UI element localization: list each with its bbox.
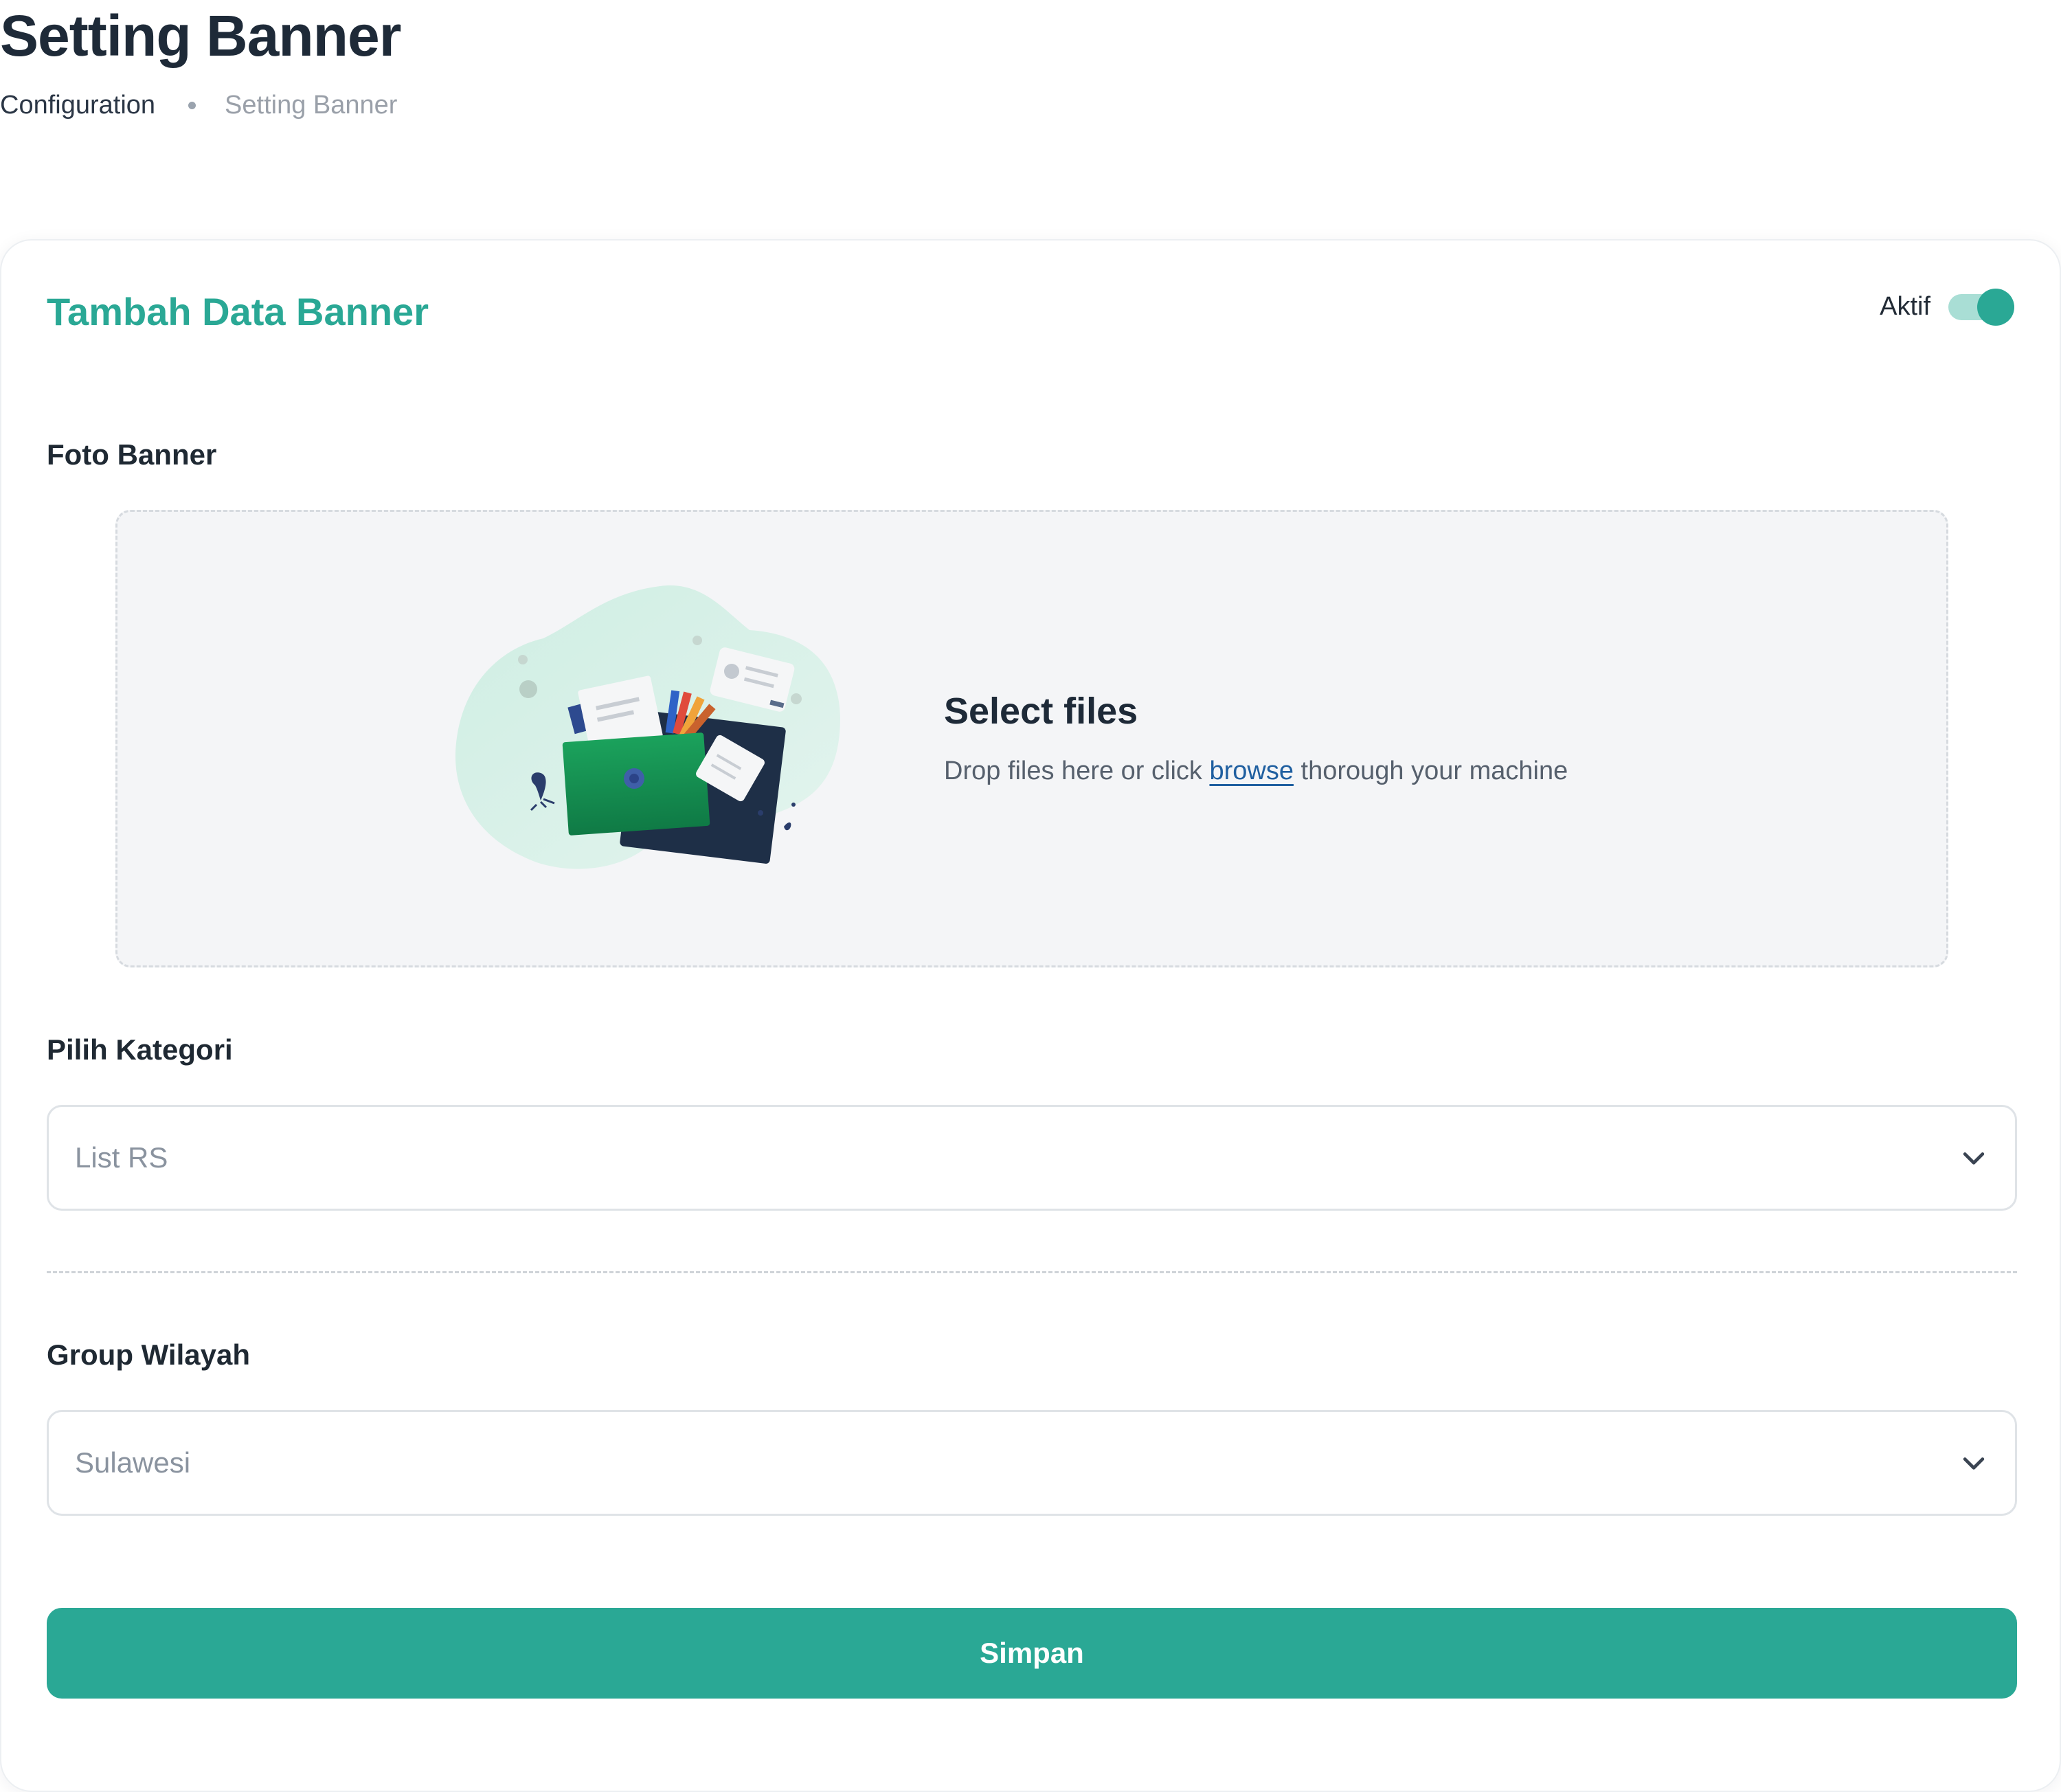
status-toggle[interactable] (1948, 289, 2014, 326)
status-toggle-group: Aktif (1880, 284, 2014, 328)
wilayah-select-value: Sulawesi (75, 1446, 191, 1479)
dropzone-title: Select files (944, 691, 1138, 732)
dropzone-description: Drop files here or click browse thorough… (944, 752, 1568, 789)
kategori-select-value: List RS (75, 1141, 168, 1174)
breadcrumb-item-current: Setting Banner (225, 91, 398, 120)
breadcrumb-separator-icon (188, 101, 196, 109)
toggle-knob (1977, 289, 2014, 326)
status-toggle-label: Aktif (1880, 291, 1930, 321)
simpan-button[interactable]: Simpan (47, 1608, 2017, 1699)
page-title: Setting Banner (0, 3, 401, 68)
chevron-down-icon (1963, 1152, 1985, 1165)
dropzone-text-block: Select files Drop files here or click br… (944, 684, 1568, 789)
breadcrumb-item-configuration[interactable]: Configuration (0, 88, 155, 122)
dropzone-text-before: Drop files here or click (944, 757, 1210, 785)
foto-banner-label: Foto Banner (47, 438, 217, 471)
chevron-down-icon (1963, 1457, 1985, 1470)
banner-form-card: Tambah Data Banner Aktif Foto Banner Sel… (0, 239, 2061, 1792)
form-title: Tambah Data Banner (47, 290, 429, 333)
breadcrumb: Configuration Setting Banner (0, 88, 397, 122)
dropzone-text-after: thorough your machine (1293, 757, 1568, 785)
pilih-kategori-label: Pilih Kategori (47, 1033, 233, 1066)
browse-link[interactable]: browse (1209, 757, 1294, 785)
section-divider (47, 1271, 2017, 1273)
folder-upload-illustration (455, 585, 840, 869)
group-wilayah-label: Group Wilayah (47, 1339, 250, 1371)
wilayah-select[interactable]: Sulawesi (47, 1410, 2017, 1516)
file-dropzone[interactable]: Select files Drop files here or click br… (115, 510, 1948, 967)
kategori-select[interactable]: List RS (47, 1105, 2017, 1211)
